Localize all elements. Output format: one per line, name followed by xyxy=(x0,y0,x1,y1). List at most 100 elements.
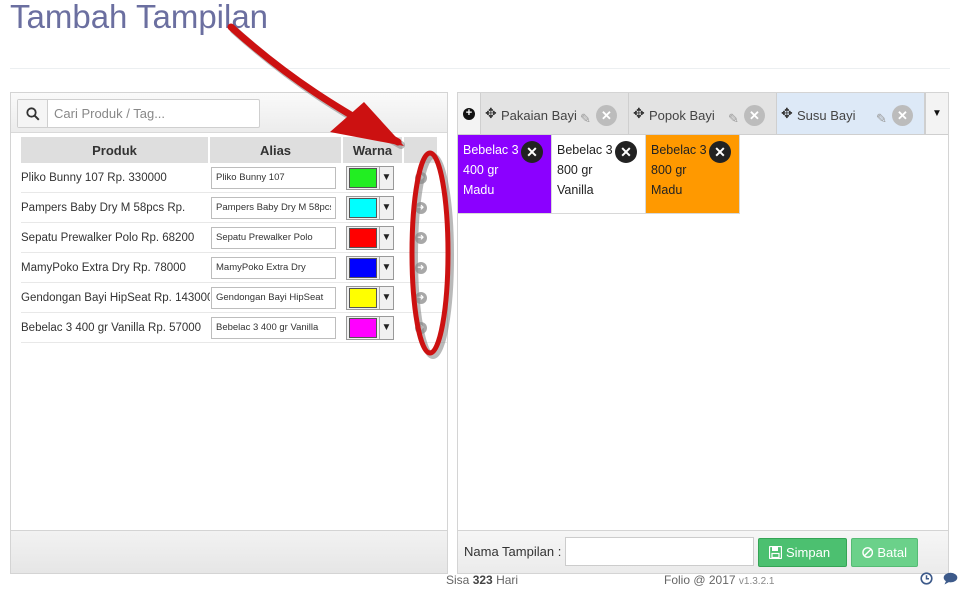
close-circle-icon[interactable]: ✕ xyxy=(615,141,637,163)
move-icon[interactable]: ✥ xyxy=(781,105,793,122)
close-circle-icon[interactable]: ✕ xyxy=(521,141,543,163)
tab-susu-bayi[interactable]: ✥ Susu Bayi ✎ ✕ xyxy=(777,93,925,134)
color-picker[interactable]: ▼ xyxy=(346,165,394,190)
nama-tampilan-input[interactable] xyxy=(565,537,754,566)
product-toolbar xyxy=(11,93,447,133)
table-header: Produk Alias Warna xyxy=(21,137,447,163)
color-swatch xyxy=(349,317,377,338)
page-title: Tambah Tampilan xyxy=(10,0,269,35)
search-icon xyxy=(25,106,40,121)
alias-cell xyxy=(210,286,343,309)
arrow-right-circle-icon[interactable]: ➜ xyxy=(414,231,427,244)
cancel-button[interactable]: Batal xyxy=(851,538,918,567)
color-picker[interactable]: ▼ xyxy=(346,225,394,250)
search-button[interactable] xyxy=(18,100,48,127)
save-button[interactable]: Simpan xyxy=(758,538,847,567)
ban-icon xyxy=(862,547,874,558)
action-cell: ➜ xyxy=(404,171,437,184)
table-row: Bebelac 3 400 gr Vanilla Rp. 57000 ▼ ➜ xyxy=(21,313,447,343)
table-body: Pliko Bunny 107 Rp. 330000▼➜Pampers Baby… xyxy=(21,163,447,343)
alias-input[interactable] xyxy=(211,196,336,219)
color-cell: ▼ xyxy=(343,255,404,280)
alias-input[interactable] xyxy=(211,256,336,279)
tab-bar: + ✥ Pakaian Bayi ✎ ✕ ✥ Popok Bayi ✎ ✕ ✥ Susu Bayi… xyxy=(458,93,948,135)
color-picker[interactable]: ▼ xyxy=(346,285,394,310)
close-circle-icon[interactable]: ✕ xyxy=(892,105,913,126)
search-input[interactable] xyxy=(48,100,259,127)
cancel-button-label: Batal xyxy=(877,545,907,560)
product-name: Gendongan Bayi HipSeat Rp. 143000 xyxy=(21,291,210,304)
alias-input[interactable] xyxy=(211,226,336,249)
display-cards: Bebelac 3 400 gr Madu ✕ Bebelac 3 800 gr Vanil… xyxy=(458,135,740,214)
display-footer-bar: Nama Tampilan : Simpan Batal xyxy=(458,530,948,573)
footer-brand: Folio @ 2017 v1.3.2.1 xyxy=(664,573,775,587)
product-name: Pampers Baby Dry M 58pcs Rp. xyxy=(21,201,186,214)
plus-circle-icon: + xyxy=(463,107,475,120)
tab-popok-bayi[interactable]: ✥ Popok Bayi ✎ ✕ xyxy=(629,93,777,134)
color-cell: ▼ xyxy=(343,315,404,340)
alias-cell xyxy=(210,256,343,279)
card-line-flavor: Madu xyxy=(651,183,683,197)
product-panel: Produk Alias Warna Pliko Bunny 107 Rp. 3… xyxy=(10,92,448,574)
color-cell: ▼ xyxy=(343,195,404,220)
footer-brand-text: Folio @ 2017 xyxy=(664,573,736,587)
display-panel: + ✥ Pakaian Bayi ✎ ✕ ✥ Popok Bayi ✎ ✕ ✥ Susu Bayi… xyxy=(457,92,949,574)
arrow-right-circle-icon[interactable]: ➜ xyxy=(414,261,427,274)
move-icon[interactable]: ✥ xyxy=(485,105,497,122)
arrow-right-circle-icon[interactable]: ➜ xyxy=(414,321,427,334)
color-cell: ▼ xyxy=(343,285,404,310)
tab-list: ✥ Pakaian Bayi ✎ ✕ ✥ Popok Bayi ✎ ✕ ✥ Susu Bayi ✎ ✕ xyxy=(481,93,925,134)
add-tab-button[interactable]: + xyxy=(458,93,481,134)
pencil-icon[interactable]: ✎ xyxy=(728,111,739,127)
table-row: Pliko Bunny 107 Rp. 330000 ▼ ➜ xyxy=(21,163,447,193)
color-picker[interactable]: ▼ xyxy=(346,255,394,280)
pencil-icon[interactable]: ✎ xyxy=(580,111,591,127)
product-name: Sepatu Prewalker Polo Rp. 68200 xyxy=(21,231,195,244)
caret-down-icon: ▼ xyxy=(379,256,393,279)
nama-tampilan-label: Nama Tampilan : xyxy=(464,544,562,559)
caret-down-icon: ▼ xyxy=(379,196,393,219)
remaining-days: Sisa 323 Hari xyxy=(446,573,518,587)
card-line-size: 400 gr xyxy=(463,163,499,177)
color-swatch xyxy=(349,287,377,308)
color-cell: ▼ xyxy=(343,165,404,190)
title-divider xyxy=(10,68,950,69)
arrow-right-circle-icon[interactable]: ➜ xyxy=(414,171,427,184)
alias-input[interactable] xyxy=(211,166,336,189)
footer-icons xyxy=(920,572,958,585)
alias-cell xyxy=(210,196,343,219)
product-name: MamyPoko Extra Dry Rp. 78000 xyxy=(21,261,186,274)
tab-pakaian-bayi[interactable]: ✥ Pakaian Bayi ✎ ✕ xyxy=(481,93,629,134)
close-circle-icon[interactable]: ✕ xyxy=(744,105,765,126)
clock-icon[interactable] xyxy=(920,572,933,585)
tab-label: Susu Bayi xyxy=(797,108,856,123)
caret-down-icon: ▼ xyxy=(932,108,942,119)
color-picker[interactable]: ▼ xyxy=(346,195,394,220)
chat-icon[interactable] xyxy=(943,572,958,585)
column-header-action xyxy=(404,137,437,163)
display-card[interactable]: Bebelac 3 800 gr Vanilla ✕ xyxy=(552,135,646,214)
alias-input[interactable] xyxy=(211,286,336,309)
alias-input[interactable] xyxy=(211,316,336,339)
arrow-right-circle-icon[interactable]: ➜ xyxy=(414,291,427,304)
arrow-right-circle-icon[interactable]: ➜ xyxy=(414,201,427,214)
color-picker[interactable]: ▼ xyxy=(346,315,394,340)
caret-down-icon: ▼ xyxy=(379,286,393,309)
move-icon[interactable]: ✥ xyxy=(633,105,645,122)
caret-down-icon: ▼ xyxy=(379,166,393,189)
pencil-icon[interactable]: ✎ xyxy=(876,111,887,127)
display-card[interactable]: Bebelac 3 800 gr Madu ✕ xyxy=(646,135,740,214)
close-circle-icon[interactable]: ✕ xyxy=(596,105,617,126)
table-row: Gendongan Bayi HipSeat Rp. 143000 ▼ ➜ xyxy=(21,283,447,313)
action-cell: ➜ xyxy=(404,261,437,274)
display-card[interactable]: Bebelac 3 400 gr Madu ✕ xyxy=(458,135,552,214)
column-header-warna: Warna xyxy=(343,137,404,163)
column-header-produk: Produk xyxy=(21,137,210,163)
search-box xyxy=(17,99,260,128)
caret-down-icon: ▼ xyxy=(379,316,393,339)
close-circle-icon[interactable]: ✕ xyxy=(709,141,731,163)
tab-label: Pakaian Bayi xyxy=(501,108,577,123)
tab-dropdown-button[interactable]: ▼ xyxy=(925,93,948,134)
color-cell: ▼ xyxy=(343,225,404,250)
product-table: Produk Alias Warna Pliko Bunny 107 Rp. 3… xyxy=(21,137,447,343)
